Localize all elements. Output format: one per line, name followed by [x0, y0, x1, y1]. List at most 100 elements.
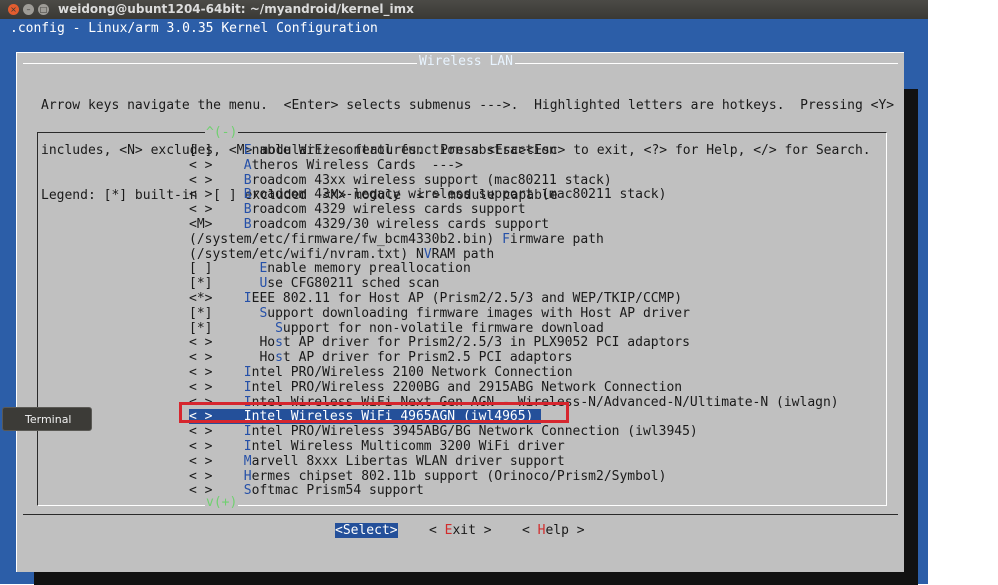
menu-item-prefix: [*] — [189, 320, 276, 336]
menu-item-prefix: < > — [189, 157, 244, 173]
menu-item-prefix: < > — [189, 453, 244, 469]
window-titlebar[interactable]: × – □ weidong@ubunt1204-64bit: ~/myandro… — [0, 0, 928, 19]
close-icon[interactable]: × — [8, 4, 19, 15]
menu-item-hotkey: B — [243, 187, 252, 203]
menu-item-hotkey: B — [243, 217, 252, 232]
menu-item-label: roadcom 4329/30 wireless cards support — [251, 217, 550, 232]
menu-item-prefix: < > — [189, 202, 244, 218]
menu-item-hotkey: I — [243, 439, 252, 454]
menu-item[interactable]: < > Hermes chipset 802.11b support (Orin… — [189, 469, 666, 484]
menu-item-prefix: < > Ho — [189, 335, 276, 351]
menu-item[interactable]: (/system/etc/wifi/nvram.txt) NVRAM path — [189, 247, 494, 262]
menu-item-hotkey: s — [275, 350, 283, 366]
menu-item-label: ntel PRO/Wireless 2100 Network Connectio… — [251, 365, 573, 380]
menu-item-label: t AP driver for Prism2/2.5/3 in PLX9052 … — [282, 335, 690, 351]
button-bar-divider — [23, 514, 898, 515]
menu-item-hotkey: A — [243, 157, 252, 173]
menu-item[interactable]: < > Intel PRO/Wireless 3945ABG/BG Networ… — [189, 424, 698, 439]
window-title: weidong@ubunt1204-64bit: ~/myandroid/ker… — [58, 2, 414, 16]
menu-item-hotkey: B — [243, 172, 252, 188]
menu-item[interactable]: < > Host AP driver for Prism2/2.5/3 in P… — [189, 335, 690, 350]
menu-item-prefix: < > — [189, 365, 244, 380]
menu-item[interactable]: < > Broadcom 43xx-legacy wireless suppor… — [189, 187, 666, 202]
minimize-icon[interactable]: – — [23, 4, 34, 15]
menu-item-label: ermes chipset 802.11b support (Orinoco/P… — [251, 468, 667, 484]
menu-item-label: arvell 8xxx Libertas WLAN driver support — [251, 453, 565, 469]
menu-item-prefix: [*] — [189, 305, 260, 321]
menu-item[interactable]: < > Atheros Wireless Cards ---> — [189, 158, 463, 173]
menu-item-label: theros Wireless Cards ---> — [251, 157, 463, 173]
menu-item-hotkey: I — [243, 379, 252, 395]
menu-item-hotkey: H — [243, 468, 252, 484]
menu-item[interactable]: < > Intel Wireless Multicomm 3200 WiFi d… — [189, 439, 565, 454]
menu-item-label: EEE 802.11 for Host AP (Prism2/2.5/3 and… — [251, 291, 683, 306]
help-button[interactable]: < Help > — [522, 523, 585, 538]
terminal-tooltip: Terminal — [2, 407, 92, 431]
menu-item[interactable]: [ ] Enable WiFi control function abstrac… — [189, 143, 557, 158]
menu-item-hotkey: I — [243, 291, 252, 306]
menu-item-label: ntel PRO/Wireless 3945ABG/BG Network Con… — [251, 424, 698, 440]
menu-item[interactable]: < > Host AP driver for Prism2.5 PCI adap… — [189, 350, 573, 365]
exit-button[interactable]: < Exit > — [429, 523, 492, 538]
menu-item-label: nable memory preallocation — [267, 261, 471, 277]
menu-item-hotkey: F — [502, 231, 510, 247]
scroll-up-indicator: ^(-) — [205, 125, 239, 140]
config-header: .config - Linux/arm 3.0.35 Kernel Config… — [10, 21, 378, 36]
menu-item-prefix: [ ] — [189, 261, 260, 277]
maximize-icon[interactable]: □ — [38, 4, 49, 15]
menu-item-label: t AP driver for Prism2.5 PCI adaptors — [282, 350, 573, 366]
menu-item-hotkey: B — [243, 202, 252, 218]
menu-item-label: roadcom 4329 wireless cards support — [251, 202, 526, 218]
menuconfig-dialog: Wireless LAN Arrow keys navigate the men… — [16, 52, 904, 572]
menu-item-hotkey: I — [243, 424, 252, 440]
menu-item-prefix: < > — [189, 468, 244, 484]
dialog-title: Wireless LAN — [417, 54, 515, 69]
menu-item[interactable]: < > Intel PRO/Wireless 2200BG and 2915AB… — [189, 380, 682, 395]
menu-item[interactable]: < > Intel PRO/Wireless 2100 Network Conn… — [189, 365, 573, 380]
menu-item-label: RAM path — [431, 246, 495, 262]
menu-item-hotkey: s — [275, 335, 283, 351]
menu-item-prefix: < > Ho — [189, 350, 276, 366]
menu-item-label: irmware path — [509, 231, 604, 247]
menu-item-label: upport for non-volatile firmware downloa… — [282, 320, 604, 336]
menu-item-label: ntel PRO/Wireless 2200BG and 2915ABG Net… — [251, 379, 683, 395]
menu-item-prefix: < > — [189, 424, 244, 440]
menu-item-label: se CFG80211 sched scan — [267, 276, 440, 292]
scroll-down-indicator: v(+) — [205, 495, 239, 510]
menu-item-prefix: (/system/etc/wifi/nvram.txt) N — [189, 246, 424, 262]
menu-item-prefix: < > — [189, 172, 244, 188]
menu-item-label: ntel Wireless Multicomm 3200 WiFi driver — [251, 439, 565, 454]
menu-item[interactable]: [*] Use CFG80211 sched scan — [189, 276, 439, 291]
menu-item-hotkey: S — [275, 320, 283, 336]
menu-item[interactable]: < > Broadcom 43xx wireless support (mac8… — [189, 173, 612, 188]
menu-item-label: oftmac Prism54 support — [251, 483, 424, 499]
menu-item-hotkey: M — [243, 453, 252, 469]
menu-item-hotkey: E — [243, 143, 252, 158]
menu-item-label: roadcom 43xx wireless support (mac80211 … — [251, 172, 612, 188]
menu-item-prefix: <M> — [189, 217, 244, 232]
menu-item-prefix: < > — [189, 439, 244, 454]
help-line: Arrow keys navigate the menu. <Enter> se… — [41, 98, 895, 113]
menu-list[interactable]: ^(-) [ ] Enable WiFi control function ab… — [37, 125, 887, 510]
menu-item[interactable]: [*] Support downloading firmware images … — [189, 306, 690, 321]
menu-item-prefix: < > — [189, 187, 244, 203]
menu-item[interactable]: <M> Broadcom 4329/30 wireless cards supp… — [189, 217, 549, 232]
menu-item[interactable]: < > Broadcom 4329 wireless cards support — [189, 202, 526, 217]
menu-item-prefix: [ ] — [189, 143, 244, 158]
menu-item[interactable]: [ ] Enable memory preallocation — [189, 261, 471, 276]
menu-item-prefix: [*] — [189, 276, 260, 292]
menu-item[interactable]: [*] Support for non-volatile firmware do… — [189, 321, 604, 336]
menu-item-prefix: (/system/etc/firmware/fw_bcm4330b2.bin) — [189, 231, 503, 247]
menu-item-hotkey: S — [243, 483, 252, 499]
menu-item[interactable]: < > Marvell 8xxx Libertas WLAN driver su… — [189, 454, 565, 469]
menu-item-label: roadcom 43xx-legacy wireless support (ma… — [251, 187, 667, 203]
menu-item-prefix: <*> — [189, 291, 244, 306]
menu-item-hotkey: V — [423, 246, 432, 262]
menu-item-prefix: < > — [189, 379, 244, 395]
menu-item[interactable]: <*> IEEE 802.11 for Host AP (Prism2/2.5/… — [189, 291, 682, 306]
terminal-area[interactable]: .config - Linux/arm 3.0.35 Kernel Config… — [0, 19, 928, 585]
select-button[interactable]: <Select> — [335, 523, 398, 538]
menu-item[interactable]: (/system/etc/firmware/fw_bcm4330b2.bin) … — [189, 232, 604, 247]
highlight-annotation-box — [179, 402, 569, 423]
menu-item-label: upport downloading firmware images with … — [267, 305, 690, 321]
